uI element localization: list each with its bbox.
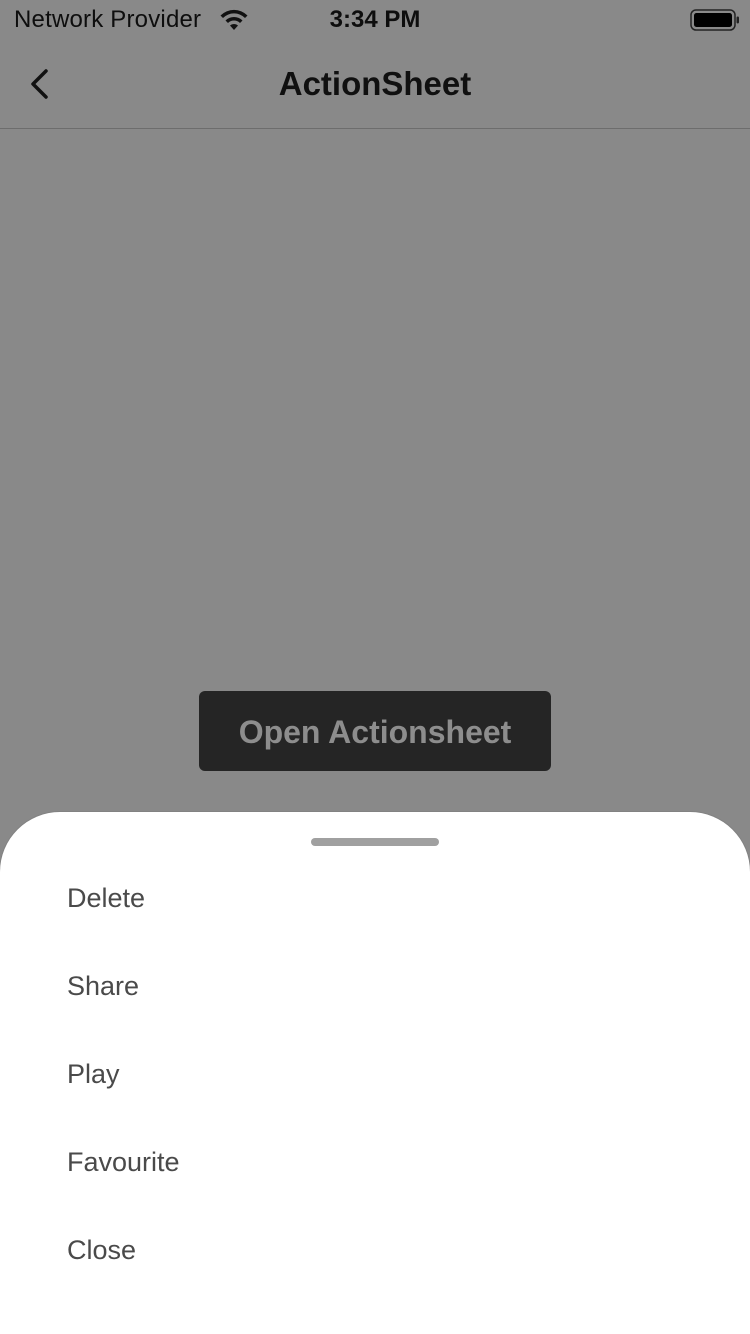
page-title: ActionSheet [278, 65, 472, 102]
action-close[interactable]: Close [0, 1206, 750, 1294]
screen: Network Provider 3:34 PM ActionSheet Ope… [0, 0, 750, 1334]
action-favourite[interactable]: Favourite [0, 1118, 750, 1206]
action-sheet-list: Delete Share Play Favourite Close [0, 854, 750, 1294]
action-sheet: Delete Share Play Favourite Close [0, 812, 750, 1334]
battery-icon [690, 9, 740, 31]
action-delete[interactable]: Delete [0, 854, 750, 942]
open-actionsheet-button[interactable]: Open Actionsheet [199, 691, 551, 771]
action-play[interactable]: Play [0, 1030, 750, 1118]
status-time: 3:34 PM [329, 6, 421, 33]
navigation-bar: ActionSheet [0, 40, 750, 129]
status-bar: Network Provider 3:34 PM [0, 0, 750, 40]
drag-handle[interactable] [311, 838, 439, 846]
action-share[interactable]: Share [0, 942, 750, 1030]
